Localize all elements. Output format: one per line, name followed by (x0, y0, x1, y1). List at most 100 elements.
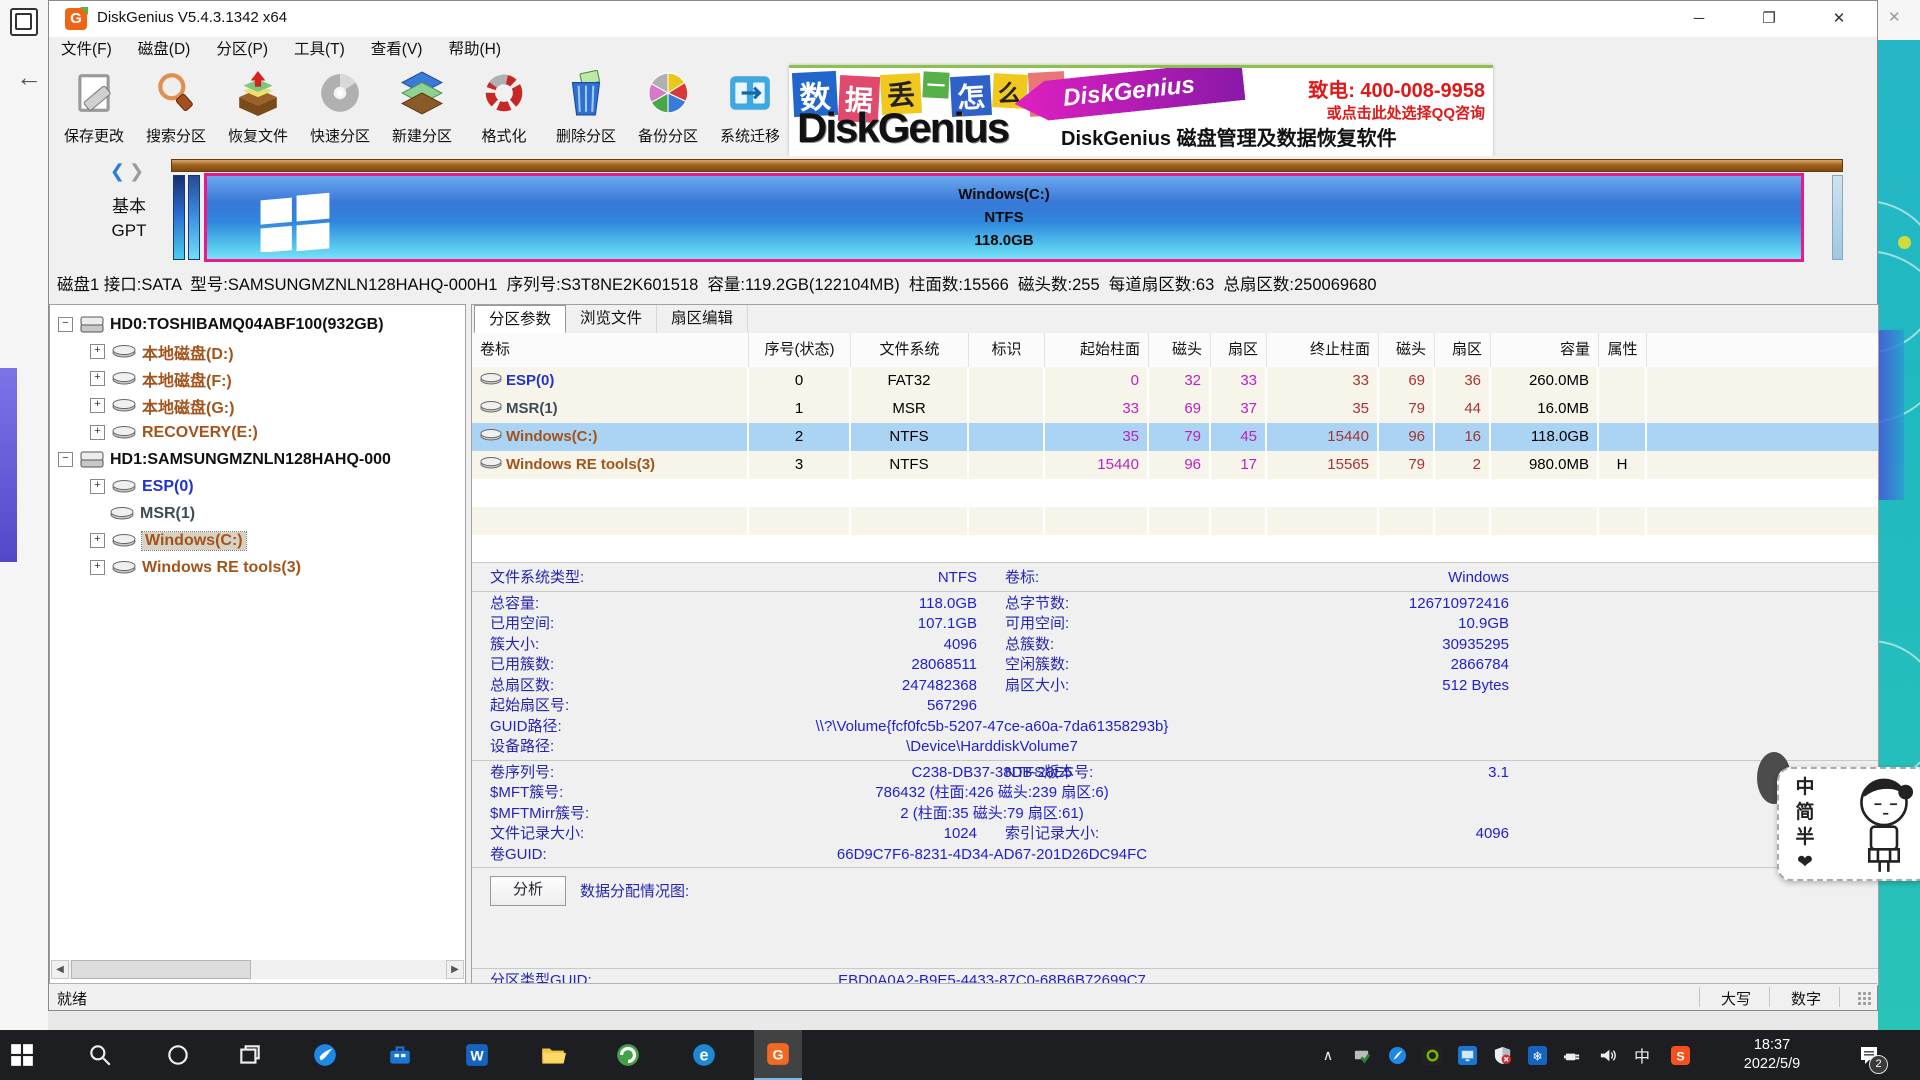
column-header[interactable]: 起始柱面 (1045, 333, 1149, 367)
menu-item[interactable]: 查看(V) (371, 37, 423, 63)
taskbar-app-diskgenius[interactable]: G (754, 1030, 802, 1080)
taskbar-app-start[interactable] (0, 1030, 46, 1080)
column-header[interactable]: 扇区 (1211, 333, 1267, 367)
expand-icon[interactable]: + (90, 344, 105, 359)
sidebar-item-windows-re-tools-3-[interactable]: +Windows RE tools(3) (50, 554, 465, 581)
menu-item[interactable]: 分区(P) (216, 37, 268, 63)
esp-partition-bar[interactable] (173, 175, 185, 260)
taskbar-app-edge[interactable]: e (680, 1030, 728, 1080)
partition-row[interactable]: ESP(0)0FAT3203233336936260.0MB (472, 367, 1878, 395)
column-header[interactable]: 标识 (969, 333, 1045, 367)
collapse-icon[interactable]: − (58, 452, 73, 467)
scroll-right-icon[interactable]: ▶ (446, 960, 464, 979)
scroll-left-icon[interactable]: ◀ (51, 960, 69, 979)
sidebar-item-windows-c-[interactable]: +Windows(C:) (50, 527, 465, 554)
scrollbar-thumb[interactable] (71, 960, 251, 979)
tray-quill-icon[interactable] (1381, 1030, 1413, 1080)
taskbar-app-explorer[interactable] (529, 1030, 577, 1080)
tree-horizontal-scrollbar[interactable]: ◀ ▶ (51, 960, 464, 979)
tab-分区参数[interactable]: 分区参数 (474, 305, 566, 333)
toolbar-button-new-partition[interactable]: 新建分区 (381, 67, 463, 146)
column-header[interactable]: 终止柱面 (1267, 333, 1379, 367)
taskbar-app-store[interactable] (376, 1030, 424, 1080)
collapse-icon[interactable]: − (58, 317, 73, 332)
toolbar-button-delete-partition[interactable]: 删除分区 (545, 67, 627, 146)
toolbar-button-save-changes[interactable]: 保存更改 (53, 67, 135, 146)
minimize-button[interactable]: ─ (1671, 1, 1727, 37)
partition-row[interactable]: MSR(1)1MSR33693735794416.0MB (472, 395, 1878, 423)
cell: NTFS (851, 423, 969, 451)
sidebar-item--g-[interactable]: +本地磁盘(G:) (50, 392, 465, 419)
expand-icon[interactable]: + (90, 479, 105, 494)
column-header[interactable]: 属性 (1599, 333, 1647, 367)
resize-grip[interactable] (1857, 991, 1871, 1005)
expand-icon[interactable]: + (90, 560, 105, 575)
detail-value: 30935295 (1262, 635, 1509, 656)
toolbar-button-format[interactable]: 格式化 (463, 67, 545, 146)
maximize-button[interactable]: ❐ (1741, 1, 1797, 37)
prev-disk-icon[interactable]: ❮ (110, 161, 129, 181)
back-arrow-icon[interactable]: ← (16, 62, 42, 93)
taskbar-clock[interactable]: 18:37 2022/5/9 (1718, 1030, 1826, 1080)
sidebar-item-label: HD0:TOSHIBAMQ04ABF100(932GB) (110, 316, 384, 334)
column-header[interactable]: 卷标 (472, 333, 749, 367)
tab-浏览文件[interactable]: 浏览文件 (566, 305, 657, 333)
tray-ime-zh-icon[interactable]: 中 (1626, 1030, 1658, 1080)
toolbar-button-recover-files[interactable]: 恢复文件 (217, 67, 299, 146)
tray-snowflake-icon[interactable]: ❄ (1521, 1030, 1553, 1080)
column-header[interactable]: 磁头 (1149, 333, 1211, 367)
menu-item[interactable]: 磁盘(D) (138, 37, 191, 63)
next-disk-icon[interactable]: ❯ (129, 161, 148, 181)
tray-power-plug-icon[interactable] (1556, 1030, 1588, 1080)
tray-intel-graphics-icon[interactable] (1451, 1030, 1483, 1080)
expand-icon[interactable]: + (90, 371, 105, 386)
taskbar-app-thunder[interactable] (301, 1030, 349, 1080)
column-header[interactable]: 扇区 (1435, 333, 1491, 367)
taskbar-app-word[interactable]: W (453, 1030, 501, 1080)
taskbar-app-browser-360[interactable] (604, 1030, 652, 1080)
close-button[interactable]: ✕ (1811, 1, 1867, 37)
msr-partition-bar[interactable] (188, 175, 200, 260)
sidebar-item-hd1-samsungmznln128hahq-000[interactable]: −HD1:SAMSUNGMZNLN128HAHQ-000 (50, 446, 465, 473)
sticker-widget[interactable]: 中简半❤ (1777, 767, 1920, 881)
partition-row[interactable]: Windows(C:)2NTFS357945154409616118.0GB (472, 423, 1878, 451)
cell: Windows RE tools(3) (472, 451, 749, 479)
sidebar-item-recovery-e-[interactable]: +RECOVERY(E:) (50, 419, 465, 446)
sidebar-item-hd0-toshibamq04abf100-932gb-[interactable]: − HD0:TOSHIBAMQ04ABF100(932GB) (50, 311, 465, 338)
taskbar-app-cortana[interactable] (154, 1030, 202, 1080)
sidebar-item-msr-1-[interactable]: MSR(1) (50, 500, 465, 527)
menu-item[interactable]: 帮助(H) (448, 37, 501, 63)
tray-security-shield-icon[interactable] (1486, 1030, 1518, 1080)
column-header[interactable]: 文件系统 (851, 333, 969, 367)
tray-sogou-icon[interactable]: S (1664, 1030, 1696, 1080)
tab-扇区编辑[interactable]: 扇区编辑 (657, 305, 748, 333)
taskbar-app-search[interactable] (76, 1030, 124, 1080)
column-header[interactable]: 磁头 (1379, 333, 1435, 367)
toolbar-button-search-partition[interactable]: 搜索分区 (135, 67, 217, 146)
toolbar-button-quick-partition[interactable]: 快速分区 (299, 67, 381, 146)
expand-icon[interactable]: + (90, 425, 105, 440)
tray-tray-expand-icon[interactable]: ∧ (1312, 1030, 1344, 1080)
sidebar-item--f-[interactable]: +本地磁盘(F:) (50, 365, 465, 392)
expand-icon[interactable]: + (90, 533, 105, 548)
sidebar-item--d-[interactable]: +本地磁盘(D:) (50, 338, 465, 365)
column-header[interactable]: 容量 (1491, 333, 1599, 367)
toolbar-button-backup-partition[interactable]: 备份分区 (627, 67, 709, 146)
action-center-button[interactable]: 2 (1846, 1030, 1892, 1080)
partition-row[interactable]: Windows RE tools(3)3NTFS1544096171556579… (472, 451, 1878, 479)
tray-volume-icon[interactable] (1591, 1030, 1623, 1080)
ad-qq-link[interactable]: 或点击此处选择QQ咨询 (1327, 102, 1485, 123)
toolbar-button-system-migrate[interactable]: 系统迁移 (709, 67, 791, 146)
menu-item[interactable]: 文件(F) (61, 37, 112, 63)
windows-partition-bar[interactable]: Windows(C:) NTFS 118.0GB (204, 173, 1804, 262)
column-header[interactable]: 序号(状态) (749, 333, 851, 367)
menu-item[interactable]: 工具(T) (294, 37, 345, 63)
tray-driver-ok-icon[interactable] (1346, 1030, 1378, 1080)
taskbar-app-task-view[interactable] (226, 1030, 274, 1080)
ad-banner[interactable]: 数据丢一怎么！ DiskGenius DiskGenius 致电: 400-00… (789, 65, 1493, 157)
tray-nvidia-icon[interactable] (1416, 1030, 1448, 1080)
analyze-button[interactable]: 分析 (490, 876, 566, 906)
expand-icon[interactable]: + (90, 398, 105, 413)
detail-row: 已用簇数:28068511空闲簇数:2866784 (472, 655, 1878, 676)
sidebar-item-esp-0-[interactable]: +ESP(0) (50, 473, 465, 500)
